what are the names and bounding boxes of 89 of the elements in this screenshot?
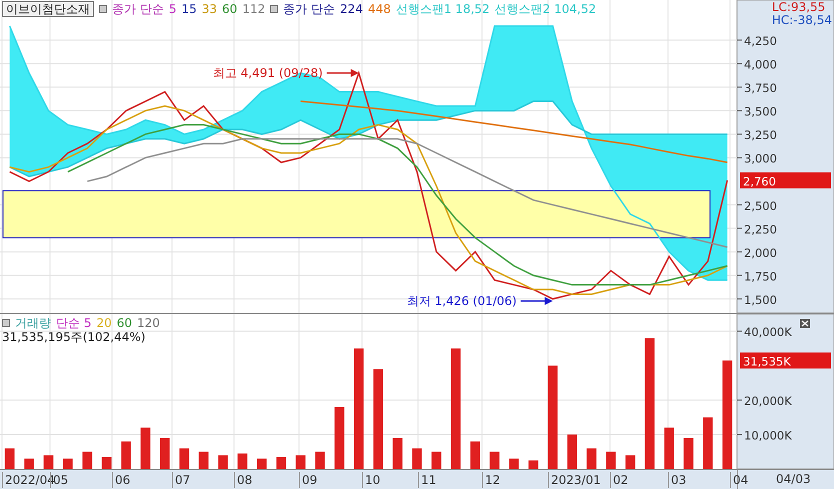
axis-label: 1,750: [744, 269, 777, 284]
volume-bar: [509, 458, 519, 469]
indicator-value: HC:-38,54: [772, 14, 832, 27]
arrow-icon: [326, 69, 359, 78]
legend-item: 224: [340, 2, 363, 16]
volume-bar: [121, 441, 131, 469]
legend-item: 112: [242, 2, 266, 16]
current-date-label: 04/03: [776, 471, 811, 488]
legend-item: 60: [222, 2, 238, 16]
legend-item: 종가 단순: [283, 2, 336, 16]
axis-label: 2,500: [744, 198, 777, 213]
volume-bar: [684, 438, 694, 469]
legend-marker-icon: [2, 319, 10, 327]
volume-bar: [606, 452, 616, 469]
stock-name-label[interactable]: 이브이첨단소재: [2, 1, 94, 17]
indicator-value: LC:93,55: [772, 1, 826, 14]
legend-item: 20: [96, 316, 112, 330]
volume-bar: [140, 428, 150, 469]
date-label: 02: [610, 472, 628, 488]
volume-bar: [218, 455, 228, 469]
volume-bar: [567, 434, 577, 469]
volume-bar: [198, 452, 208, 469]
legend-item: 15: [181, 2, 197, 16]
volume-bar: [63, 458, 73, 469]
legend-item: 선행스팬1 18,52: [396, 2, 490, 16]
volume-bar: [392, 438, 402, 469]
legend-item: 단순 5: [56, 316, 92, 330]
high-price-label: 최고 4,491 (09/28): [212, 66, 323, 80]
volume-bar: [256, 458, 267, 469]
arrow-icon: [520, 297, 553, 305]
date-label: 06: [112, 472, 130, 488]
legend-item: 종가 단순: [112, 2, 164, 16]
volume-bar: [470, 441, 480, 469]
volume-bar: [102, 456, 112, 469]
axis-label: 2,000: [744, 246, 777, 260]
volume-bar: [276, 456, 286, 469]
axis-label: 1,500: [744, 292, 777, 307]
axis-label: 3,750: [744, 81, 777, 96]
volume-bar: [24, 458, 34, 469]
volume-bar: [296, 455, 306, 469]
volume-bar: [179, 448, 190, 469]
volume-bar: [664, 428, 674, 469]
volume-bar: [238, 454, 248, 469]
volume-tag-label: 31,535K: [743, 354, 791, 368]
legend-marker-icon: [270, 5, 278, 13]
volume-bar: [432, 452, 442, 469]
volume-bar: [625, 455, 636, 469]
volume-bar: [412, 448, 422, 469]
date-label: 03: [668, 472, 686, 488]
date-label: 09: [299, 472, 318, 488]
date-label: 2023/01: [548, 472, 601, 488]
date-label: 07: [172, 472, 190, 488]
low-price-label: 최저 1,426 (01/06): [406, 294, 517, 308]
legend-item: 33: [202, 2, 218, 16]
axis-label: 3,000: [744, 152, 777, 166]
axis-label: 10,000K: [744, 428, 792, 443]
volume-bar: [82, 452, 92, 469]
legend-marker-icon: [99, 5, 107, 13]
volume-bar: [315, 452, 325, 469]
axis-label: 3,250: [744, 128, 777, 142]
volume-bar: [703, 417, 713, 469]
legend-item: 60: [116, 316, 132, 330]
date-label: 04: [730, 472, 748, 488]
volume-bar: [4, 448, 15, 469]
axis-label: 4,000: [744, 58, 777, 72]
date-label: 08: [234, 472, 252, 488]
legend-item: 5: [168, 2, 176, 16]
volume-bar: [160, 438, 170, 469]
date-label: 10: [362, 472, 380, 488]
volume-bar: [334, 407, 344, 469]
current-price-label: 2,760: [743, 174, 776, 188]
volume-summary: 31,535,195주(102,44%): [2, 330, 146, 344]
volume-bar: [44, 455, 54, 469]
volume-bar: [528, 460, 538, 469]
close-icon[interactable]: [800, 319, 810, 328]
axis-label: 4,250: [744, 34, 777, 48]
volume-bar: [490, 452, 500, 469]
axis-label: 40,000K: [744, 325, 792, 340]
date-label: 12: [482, 472, 500, 488]
legend-item: 거래량: [15, 316, 51, 330]
date-label: 2022/04: [2, 472, 55, 488]
volume-bar: [586, 448, 596, 469]
legend-item: 선행스팬2 104,52: [494, 2, 596, 16]
axis-label: 3,500: [744, 104, 777, 119]
axis-label: 2,250: [744, 222, 777, 236]
axis-label: 20,000K: [744, 394, 792, 408]
date-label: 11: [418, 472, 436, 488]
legend-item: 120: [137, 316, 160, 330]
legend-item: 448: [368, 2, 391, 16]
